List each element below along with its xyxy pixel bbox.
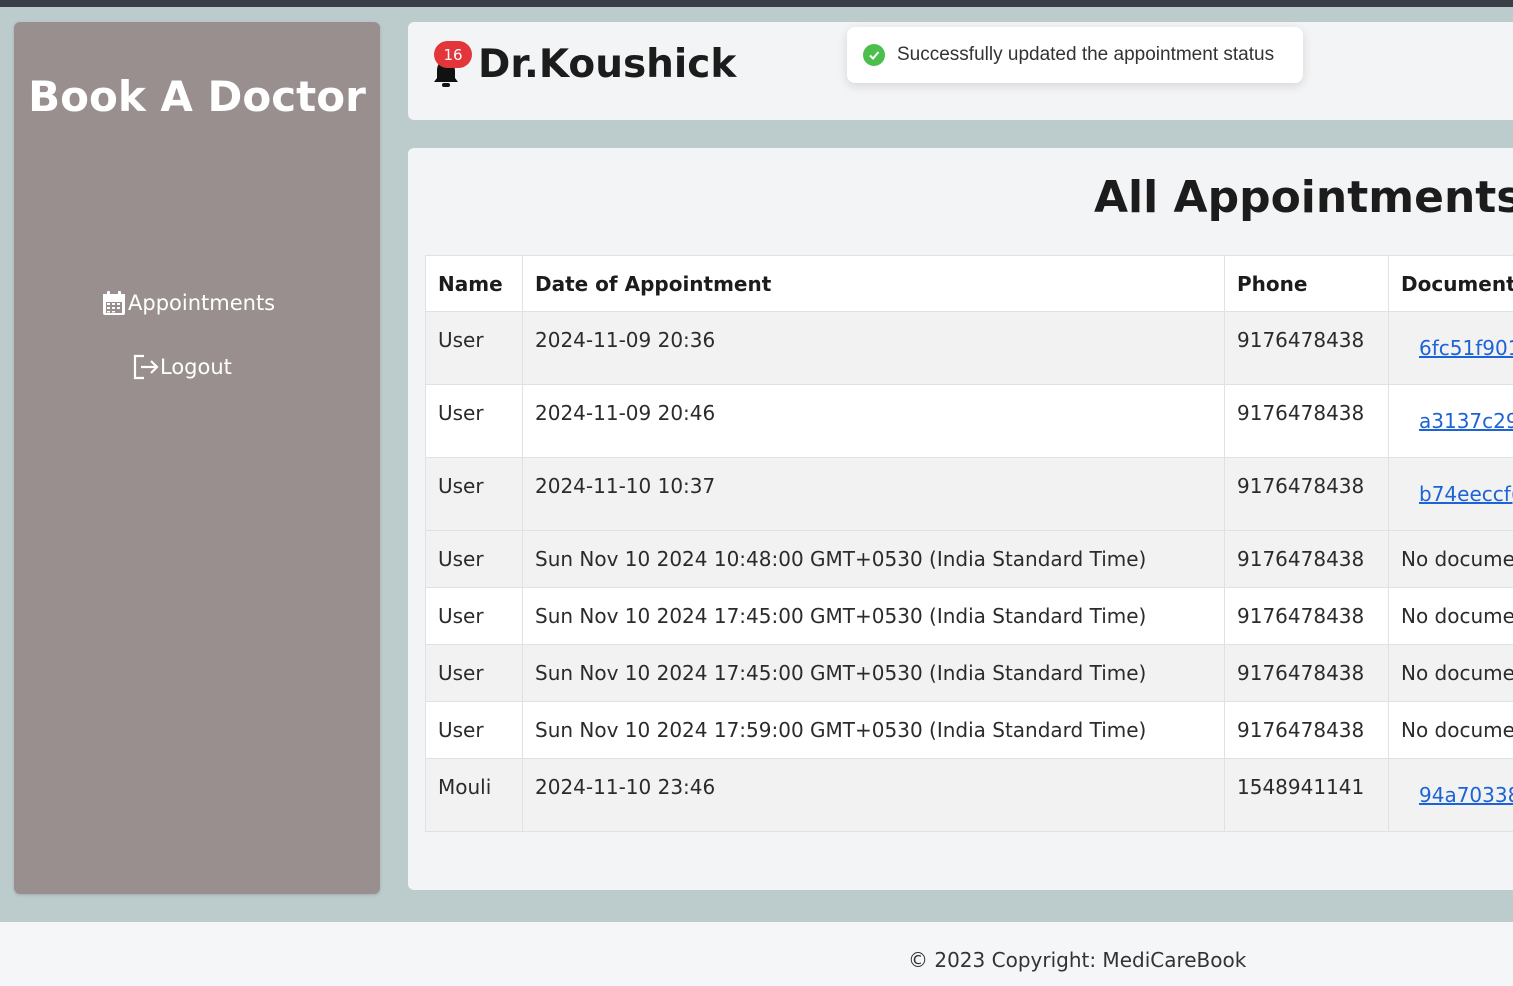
cell-date: 2024-11-10 10:37 — [522, 457, 1225, 531]
cell-name: User — [425, 701, 523, 759]
appointments-table: Name Date of Appointment Phone Document … — [425, 255, 1513, 832]
notification-count-badge: 16 — [434, 41, 472, 68]
table-row: Mouli 2024-11-10 23:46 1548941141 94a703… — [425, 758, 1513, 832]
cell-name: User — [425, 311, 523, 385]
success-toast[interactable]: Successfully updated the appointment sta… — [847, 27, 1303, 83]
cell-name: User — [425, 530, 523, 588]
table-row: User 2024-11-09 20:46 9176478438 a3137c2… — [425, 384, 1513, 458]
no-document-text: No docume — [1401, 547, 1513, 571]
column-header-phone: Phone — [1224, 255, 1389, 312]
cell-name: User — [425, 587, 523, 645]
table-row: User Sun Nov 10 2024 17:45:00 GMT+0530 (… — [425, 644, 1513, 702]
cell-phone: 9176478438 — [1224, 530, 1389, 588]
page-title: All Appointments — [1094, 172, 1513, 223]
sidebar-item-label: Logout — [160, 355, 232, 379]
cell-name: User — [425, 384, 523, 458]
sidebar-item-label: Appointments — [128, 291, 276, 315]
appointments-panel: All Appointments Name Date of Appointmen… — [408, 148, 1513, 890]
cell-date: Sun Nov 10 2024 17:45:00 GMT+0530 (India… — [522, 644, 1225, 702]
calendar-icon — [100, 288, 128, 318]
table-row: User Sun Nov 10 2024 10:48:00 GMT+0530 (… — [425, 530, 1513, 588]
cell-date: Sun Nov 10 2024 17:45:00 GMT+0530 (India… — [522, 587, 1225, 645]
column-header-document: Document — [1388, 255, 1513, 312]
no-document-text: No docume — [1401, 661, 1513, 685]
table-header-row: Name Date of Appointment Phone Document — [425, 255, 1513, 312]
footer: © 2023 Copyright: MediCareBook — [0, 922, 1513, 986]
table-row: User Sun Nov 10 2024 17:45:00 GMT+0530 (… — [425, 587, 1513, 645]
cell-phone: 9176478438 — [1224, 457, 1389, 531]
footer-copyright: © 2023 Copyright: MediCareBook — [908, 948, 1247, 972]
document-link[interactable]: a3137c29 — [1419, 409, 1513, 433]
cell-document: b74eeccf( — [1388, 457, 1513, 531]
no-document-text: No docume — [1401, 718, 1513, 742]
cell-date: 2024-11-10 23:46 — [522, 758, 1225, 832]
cell-phone: 9176478438 — [1224, 587, 1389, 645]
table-row: User 2024-11-09 20:36 9176478438 6fc51f9… — [425, 311, 1513, 385]
cell-phone: 9176478438 — [1224, 701, 1389, 759]
cell-name: User — [425, 644, 523, 702]
cell-phone: 9176478438 — [1224, 644, 1389, 702]
browser-top-strip — [0, 0, 1513, 7]
sidebar: Book A Doctor Appointments Logout — [14, 22, 380, 894]
cell-date: 2024-11-09 20:36 — [522, 311, 1225, 385]
sidebar-item-appointments[interactable]: Appointments — [100, 288, 275, 318]
no-document-text: No docume — [1401, 604, 1513, 628]
cell-date: Sun Nov 10 2024 10:48:00 GMT+0530 (India… — [522, 530, 1225, 588]
cell-phone: 9176478438 — [1224, 384, 1389, 458]
cell-document: No docume — [1388, 701, 1513, 759]
check-circle-icon — [863, 44, 885, 66]
cell-document: No docume — [1388, 644, 1513, 702]
document-link[interactable]: 94a70338 — [1419, 783, 1513, 807]
document-link[interactable]: b74eeccf( — [1419, 482, 1513, 506]
cell-document: 94a70338 — [1388, 758, 1513, 832]
doctor-name: Dr.Koushick — [478, 42, 737, 87]
column-header-date: Date of Appointment — [522, 255, 1225, 312]
cell-document: No docume — [1388, 530, 1513, 588]
cell-document: a3137c29 — [1388, 384, 1513, 458]
cell-date: 2024-11-09 20:46 — [522, 384, 1225, 458]
cell-name: User — [425, 457, 523, 531]
cell-document: No docume — [1388, 587, 1513, 645]
sidebar-item-logout[interactable]: Logout — [132, 352, 232, 382]
cell-phone: 9176478438 — [1224, 311, 1389, 385]
table-row: User Sun Nov 10 2024 17:59:00 GMT+0530 (… — [425, 701, 1513, 759]
table-row: User 2024-11-10 10:37 9176478438 b74eecc… — [425, 457, 1513, 531]
brand-title: Book A Doctor — [28, 72, 366, 121]
cell-document: 6fc51f901 — [1388, 311, 1513, 385]
toast-message: Successfully updated the appointment sta… — [897, 44, 1275, 65]
logout-icon — [132, 352, 160, 382]
column-header-name: Name — [425, 255, 523, 312]
cell-name: Mouli — [425, 758, 523, 832]
cell-date: Sun Nov 10 2024 17:59:00 GMT+0530 (India… — [522, 701, 1225, 759]
cell-phone: 1548941141 — [1224, 758, 1389, 832]
document-link[interactable]: 6fc51f901 — [1419, 336, 1513, 360]
